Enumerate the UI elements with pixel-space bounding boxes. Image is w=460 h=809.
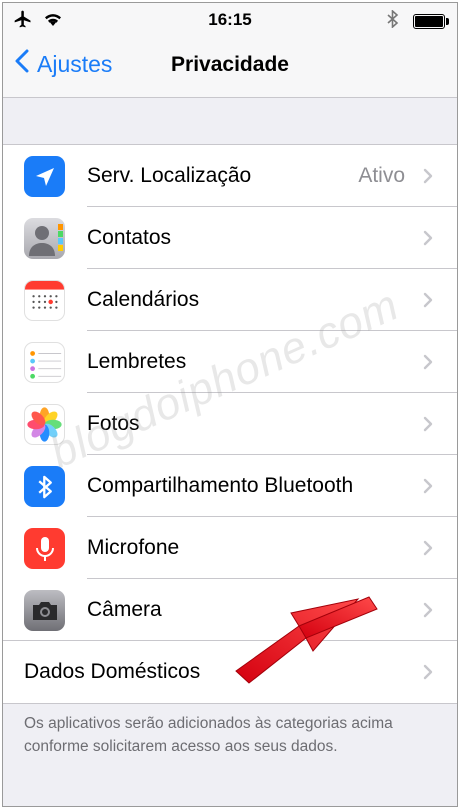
reminders-icon [24,342,65,383]
chevron-right-icon [423,168,433,189]
list-item-label: Fotos [87,412,140,435]
contacts-icon [24,218,65,259]
photos-icon [24,404,65,445]
list-item-camera[interactable]: Câmera [3,579,457,641]
list-item-label: Microfone [87,536,180,559]
camera-icon [24,590,65,631]
list-item-calendars[interactable]: Calendários [3,269,457,331]
bluetooth-status-icon [387,9,399,33]
battery-icon [413,14,449,29]
calendar-icon [24,280,65,321]
list-item-contacts[interactable]: Contatos [3,207,457,269]
status-bar: 16:15 [3,3,457,39]
list-item-photos[interactable]: Fotos [3,393,457,455]
list-item-label: Lembretes [87,350,187,373]
navigation-bar: Ajustes Privacidade [3,39,457,98]
screen: 16:15 Ajustes Privacidade Serv. Localiza… [2,2,458,807]
list-item-home-data[interactable]: Dados Domésticos [3,641,457,703]
chevron-right-icon [423,354,433,375]
list-item-microphone[interactable]: Microfone [3,517,457,579]
list-item-value: Ativo [358,164,405,187]
list-item-label: Dados Domésticos [24,660,201,683]
chevron-right-icon [423,478,433,499]
section-spacer [3,98,457,144]
chevron-right-icon [423,230,433,251]
microphone-icon [24,528,65,569]
section-footer-text: Os aplicativos serão adicionados às cate… [24,715,393,755]
list-item-label: Calendários [87,288,200,311]
chevron-right-icon [423,292,433,313]
list-item-label: Serv. Localização [87,164,252,187]
list-item-location-services[interactable]: Serv. Localização Ativo [3,145,457,207]
list-item-label: Câmera [87,598,162,621]
chevron-right-icon [423,540,433,561]
chevron-right-icon [423,664,433,685]
bluetooth-icon [24,466,65,507]
list-item-label: Compartilhamento Bluetooth [87,474,354,497]
list-item-bluetooth-sharing[interactable]: Compartilhamento Bluetooth [3,455,457,517]
chevron-right-icon [423,602,433,623]
page-title: Privacidade [171,53,289,76]
list-item-label: Contatos [87,226,172,249]
chevron-right-icon [423,416,433,437]
list-item-reminders[interactable]: Lembretes [3,331,457,393]
location-arrow-icon [24,156,65,197]
privacy-list: Serv. Localização Ativo Contatos Calendá… [3,144,457,704]
